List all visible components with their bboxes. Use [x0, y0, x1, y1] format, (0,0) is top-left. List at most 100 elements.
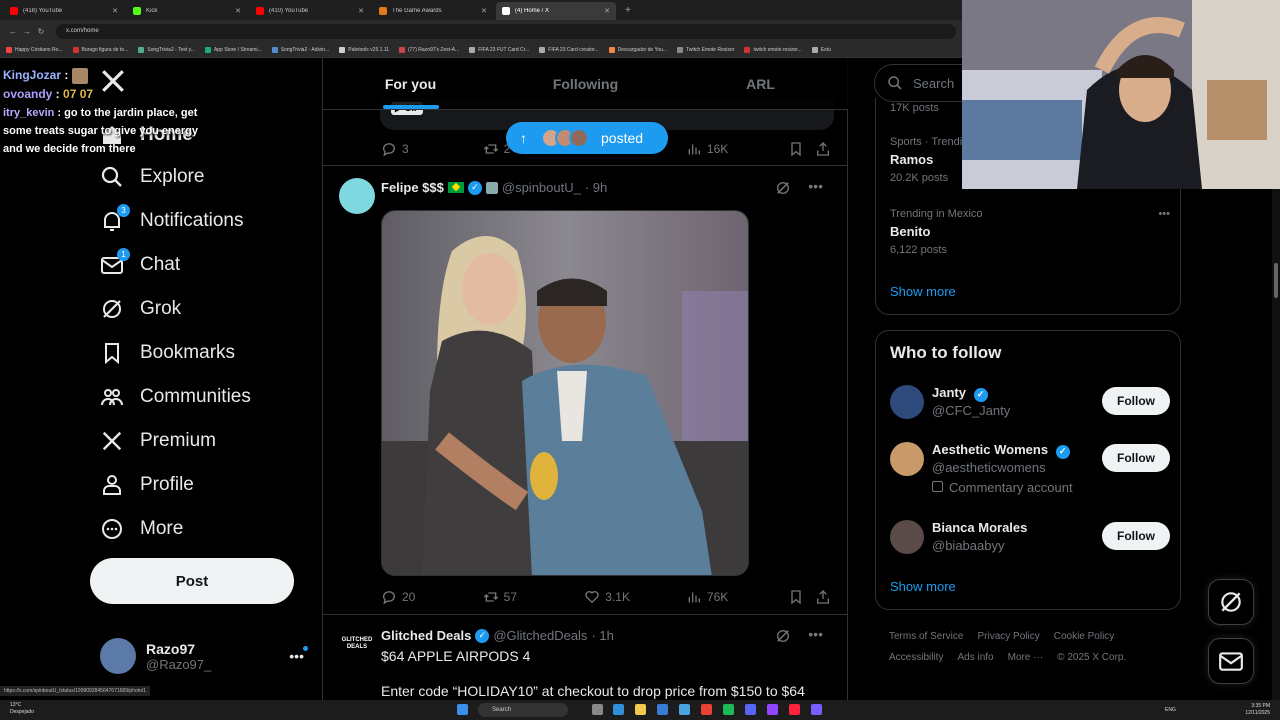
mail-icon[interactable] [679, 704, 690, 715]
reload-icon[interactable]: ↻ [34, 27, 48, 36]
tweet-photo[interactable] [381, 210, 749, 576]
bookmark-item[interactable]: Burago figura de to... [72, 46, 128, 53]
tab-following[interactable]: Following [498, 58, 673, 109]
bookmark-item[interactable]: twitch emote resizer... [744, 46, 802, 53]
views-button[interactable]: 16K [686, 141, 788, 157]
follow-button[interactable]: Follow [1102, 522, 1170, 550]
bookmark-item[interactable]: (77) Razo97's Zest-A... [398, 46, 459, 53]
windows-start-icon[interactable] [457, 704, 468, 715]
close-tab-icon[interactable]: ✕ [112, 7, 118, 15]
more-dots-icon[interactable]: ••• [808, 178, 823, 194]
share-icon[interactable] [815, 589, 831, 605]
tweet-time[interactable]: · 1h [591, 628, 613, 643]
trend-item[interactable]: Trending in Mexico Benito 6,122 posts ••… [890, 208, 1170, 260]
footer-link[interactable]: More ··· [1008, 652, 1044, 663]
discord-icon[interactable] [745, 704, 756, 715]
grok-fab[interactable] [1208, 579, 1254, 625]
bookmark-item[interactable]: SongTrivia2 - Adivin... [271, 46, 329, 53]
browser-tab[interactable]: (410) YouTube ✕ [250, 2, 370, 20]
browser-tab[interactable]: (418) YouTube ✕ [4, 2, 124, 20]
spotify-icon[interactable] [723, 704, 734, 715]
footer-link[interactable]: Accessibility [889, 652, 943, 663]
messages-fab[interactable] [1208, 638, 1254, 684]
show-more-link[interactable]: Show more [890, 284, 956, 299]
close-tab-icon[interactable]: ✕ [481, 7, 487, 15]
post-button[interactable]: Post [90, 558, 294, 604]
bookmark-item[interactable]: Happy Cristiano Ro... [6, 46, 63, 53]
views-button[interactable]: 76K [686, 589, 788, 605]
more-dots-icon[interactable]: ••• [808, 626, 823, 642]
language-indicator[interactable]: ENG [1165, 707, 1176, 713]
reply-button[interactable]: 20 [381, 589, 483, 605]
bookmark-item[interactable]: Twitch Emote Resizer [677, 46, 734, 53]
close-tab-icon[interactable]: ✕ [235, 7, 241, 15]
arrow-up-icon: ↑ [520, 130, 527, 146]
show-more-link[interactable]: Show more [890, 579, 956, 594]
more-dots-icon[interactable]: ••• [1158, 208, 1170, 220]
nav-communities[interactable]: Communities [100, 382, 251, 412]
more-dots-icon[interactable]: ••• [289, 648, 304, 664]
close-tab-icon[interactable]: ✕ [604, 7, 610, 15]
bookmark-item[interactable]: SongTrivia2 - Test y... [138, 46, 195, 53]
task-view-icon[interactable] [592, 704, 603, 715]
like-button[interactable]: 3.1K [584, 589, 686, 605]
clock[interactable]: 3:35 PM 12/11/2025 [1245, 703, 1270, 717]
scrollbar-thumb[interactable] [1274, 263, 1278, 298]
browser-tab-active[interactable]: (4) Home / X ✕ [496, 2, 616, 20]
weather-widget[interactable]: 13°C Despejado [10, 702, 34, 716]
bookmark-item[interactable]: Descargador de You... [608, 46, 667, 53]
retweet-button[interactable]: 57 [483, 589, 585, 605]
footer-link[interactable]: Ads info [957, 652, 993, 663]
footer-link[interactable]: Cookie Policy [1054, 631, 1115, 642]
chrome-icon[interactable] [701, 704, 712, 715]
browser-tab[interactable]: Kick ✕ [127, 2, 247, 20]
follow-button[interactable]: Follow [1102, 387, 1170, 415]
avatar[interactable]: GLITCHED DEALS [339, 626, 375, 662]
bookmark-icon[interactable] [788, 141, 804, 157]
nav-profile[interactable]: Profile [100, 470, 194, 500]
tab-for-you[interactable]: For you [323, 58, 498, 109]
tweet-time[interactable]: · 9h [585, 180, 607, 195]
file-explorer-icon[interactable] [635, 704, 646, 715]
bookmark-icon[interactable] [788, 589, 804, 605]
bookmark-item[interactable]: Paletools v25.1.11 [339, 46, 389, 53]
nav-bookmarks[interactable]: Bookmarks [100, 338, 235, 368]
new-posts-pill[interactable]: ↑ posted [506, 122, 668, 154]
tweet-author-handle[interactable]: @spinboutU_ [502, 180, 581, 195]
footer-link[interactable]: Privacy Policy [977, 631, 1039, 642]
bookmark-item[interactable]: FIFA 23 FUT Card Cr... [469, 46, 529, 53]
nav-explore[interactable]: Explore [100, 162, 204, 192]
taskbar-search[interactable]: Search [478, 703, 568, 717]
grok-icon[interactable] [775, 180, 791, 199]
bookmark-item[interactable]: App Store / Streami... [204, 46, 262, 53]
bookmark-item[interactable]: Estu [811, 46, 831, 53]
close-tab-icon[interactable]: ✕ [358, 7, 364, 15]
url-input[interactable]: x.com/home [56, 23, 956, 39]
bookmark-item[interactable]: FIFA 23 Card creator... [539, 46, 599, 53]
account-switcher[interactable]: Razo97 @Razo97_ ••• [100, 638, 312, 674]
twitch-icon[interactable] [767, 704, 778, 715]
nav-premium[interactable]: Premium [100, 426, 216, 456]
tweet-author-handle[interactable]: @GlitchedDeals [493, 628, 587, 643]
app-icon[interactable] [811, 704, 822, 715]
new-tab-icon[interactable]: + [619, 5, 637, 16]
avatar[interactable] [339, 178, 375, 214]
nav-notifications[interactable]: 3 Notifications [100, 204, 244, 236]
forward-icon[interactable]: → [20, 27, 34, 36]
browser-tab[interactable]: The Game Awards ✕ [373, 2, 493, 20]
nav-chat[interactable]: 1 Chat [100, 248, 180, 280]
edge-icon[interactable] [613, 704, 624, 715]
grok-icon[interactable] [775, 628, 791, 647]
share-icon[interactable] [815, 141, 831, 157]
tweet-author-name[interactable]: Glitched Deals [381, 628, 471, 643]
footer-link[interactable]: Terms of Service [889, 631, 963, 642]
tweet-author-name[interactable]: Felipe $$$ [381, 180, 444, 195]
reply-button[interactable]: 3 [381, 141, 483, 157]
back-icon[interactable]: ← [6, 27, 20, 36]
nav-grok[interactable]: Grok [100, 294, 181, 324]
follow-button[interactable]: Follow [1102, 444, 1170, 472]
nav-more[interactable]: More [100, 514, 183, 544]
store-icon[interactable] [657, 704, 668, 715]
tab-arl[interactable]: ARL [673, 58, 848, 109]
music-icon[interactable] [789, 704, 800, 715]
